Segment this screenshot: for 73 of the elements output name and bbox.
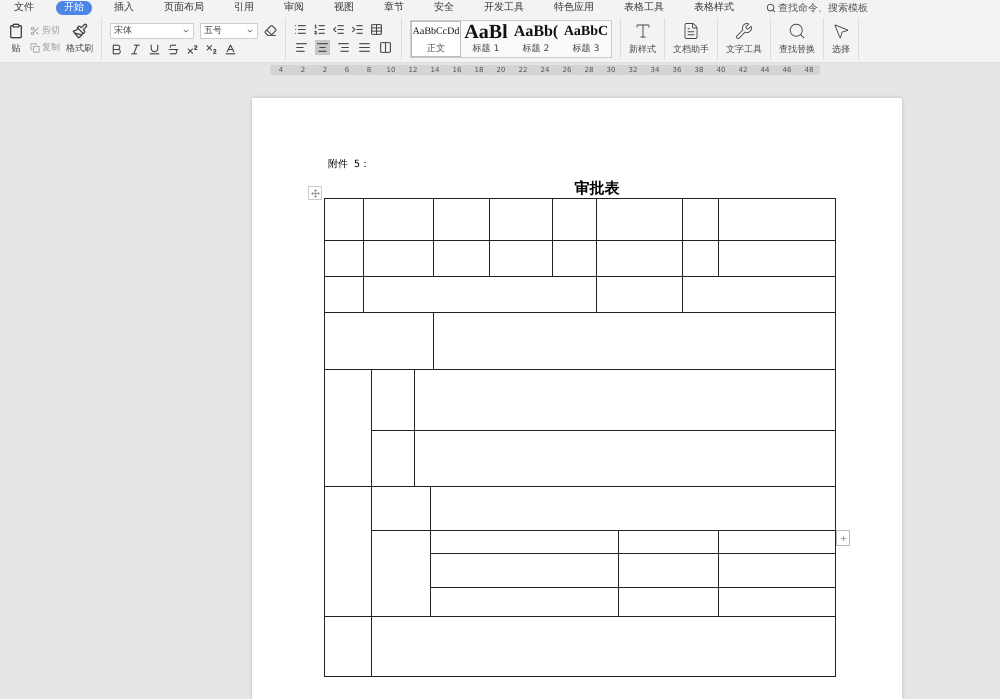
pointer-icon: [832, 22, 850, 40]
tool-button[interactable]: 选择: [832, 22, 850, 56]
table-cell: [683, 241, 719, 277]
menu-tab[interactable]: 视图: [326, 1, 362, 15]
indent-icon[interactable]: [351, 23, 364, 36]
table-cell: [490, 241, 553, 277]
font-color-icon[interactable]: [224, 42, 237, 56]
align-icon: [358, 41, 371, 54]
align-icon: [316, 41, 329, 54]
align-button[interactable]: [315, 40, 330, 55]
wrench-icon: [735, 22, 753, 40]
style-item[interactable]: AaBbCcDd 正文: [411, 21, 461, 57]
plus-icon: [838, 534, 848, 542]
tool-button[interactable]: 文档助手: [673, 22, 709, 56]
table-cell: [553, 241, 597, 277]
style-item[interactable]: AaBbC 标题 3: [561, 21, 611, 57]
table-cell: [372, 487, 431, 531]
table-cell: [372, 431, 415, 487]
menu-tab[interactable]: 插入: [106, 1, 142, 15]
align-button[interactable]: [357, 40, 372, 55]
menu-tab[interactable]: 表格工具: [616, 1, 672, 15]
table-cell: [372, 370, 415, 431]
tool-button[interactable]: 查找替换: [779, 22, 815, 56]
menu-tab[interactable]: 开始: [56, 1, 92, 15]
superscript-icon[interactable]: [186, 42, 199, 56]
font-name-dropdown[interactable]: 宋体: [110, 22, 194, 38]
subscript-icon[interactable]: [205, 42, 218, 56]
tool-button[interactable]: 新样式: [629, 22, 656, 56]
attachment-label: 附件 5：: [328, 158, 372, 171]
strikethrough-icon[interactable]: [167, 42, 180, 56]
menu-tab[interactable]: 特色应用: [546, 1, 602, 15]
eraser-icon[interactable]: [264, 24, 277, 37]
table-cell: [364, 241, 434, 277]
menu-tab[interactable]: 安全: [426, 1, 462, 15]
menu-tab[interactable]: 审阅: [276, 1, 312, 15]
format-painter-button[interactable]: 格式刷: [66, 23, 93, 55]
move-icon: [310, 188, 320, 198]
bold-icon[interactable]: [110, 42, 123, 56]
align-button[interactable]: [378, 40, 393, 55]
menu-tab[interactable]: 章节: [376, 1, 412, 15]
document-icon: [682, 22, 700, 40]
italic-icon[interactable]: [129, 42, 142, 56]
clipboard-icon: [8, 23, 24, 39]
align-button[interactable]: [336, 40, 351, 55]
font-size-dropdown[interactable]: 五号: [200, 22, 258, 38]
menu-tab[interactable]: 页面布局: [156, 1, 212, 15]
copy-icon: [30, 42, 40, 52]
menu-tab[interactable]: 引用: [226, 1, 262, 15]
letter-icon: [634, 22, 652, 40]
align-icon: [379, 41, 392, 54]
table-cell: [434, 241, 490, 277]
search-icon: [766, 3, 776, 13]
style-item[interactable]: AaBl 标题 1: [461, 21, 511, 57]
search-icon: [788, 22, 806, 40]
document-title: 审批表: [574, 179, 620, 198]
paintbrush-icon: [72, 23, 88, 39]
scissors-icon: [30, 26, 40, 36]
table-icon[interactable]: [370, 23, 383, 36]
style-item[interactable]: AaBb( 标题 2: [511, 21, 561, 57]
bullet-list-icon[interactable]: [294, 23, 307, 36]
paste-button[interactable]: 贴: [8, 23, 24, 55]
tool-button[interactable]: 文字工具: [726, 22, 762, 56]
align-icon: [337, 41, 350, 54]
align-button[interactable]: [294, 40, 309, 55]
menu-tab[interactable]: 开发工具: [476, 1, 532, 15]
menu-tab[interactable]: 表格样式: [686, 1, 742, 15]
command-search-field[interactable]: 查找命令、搜索模板: [778, 2, 898, 14]
table-move-handle[interactable]: [308, 186, 322, 200]
numbered-list-icon[interactable]: [313, 23, 326, 36]
align-icon: [295, 41, 308, 54]
underline-icon[interactable]: [148, 42, 161, 56]
menu-tab[interactable]: 文件: [6, 1, 42, 15]
outdent-icon[interactable]: [332, 23, 345, 36]
